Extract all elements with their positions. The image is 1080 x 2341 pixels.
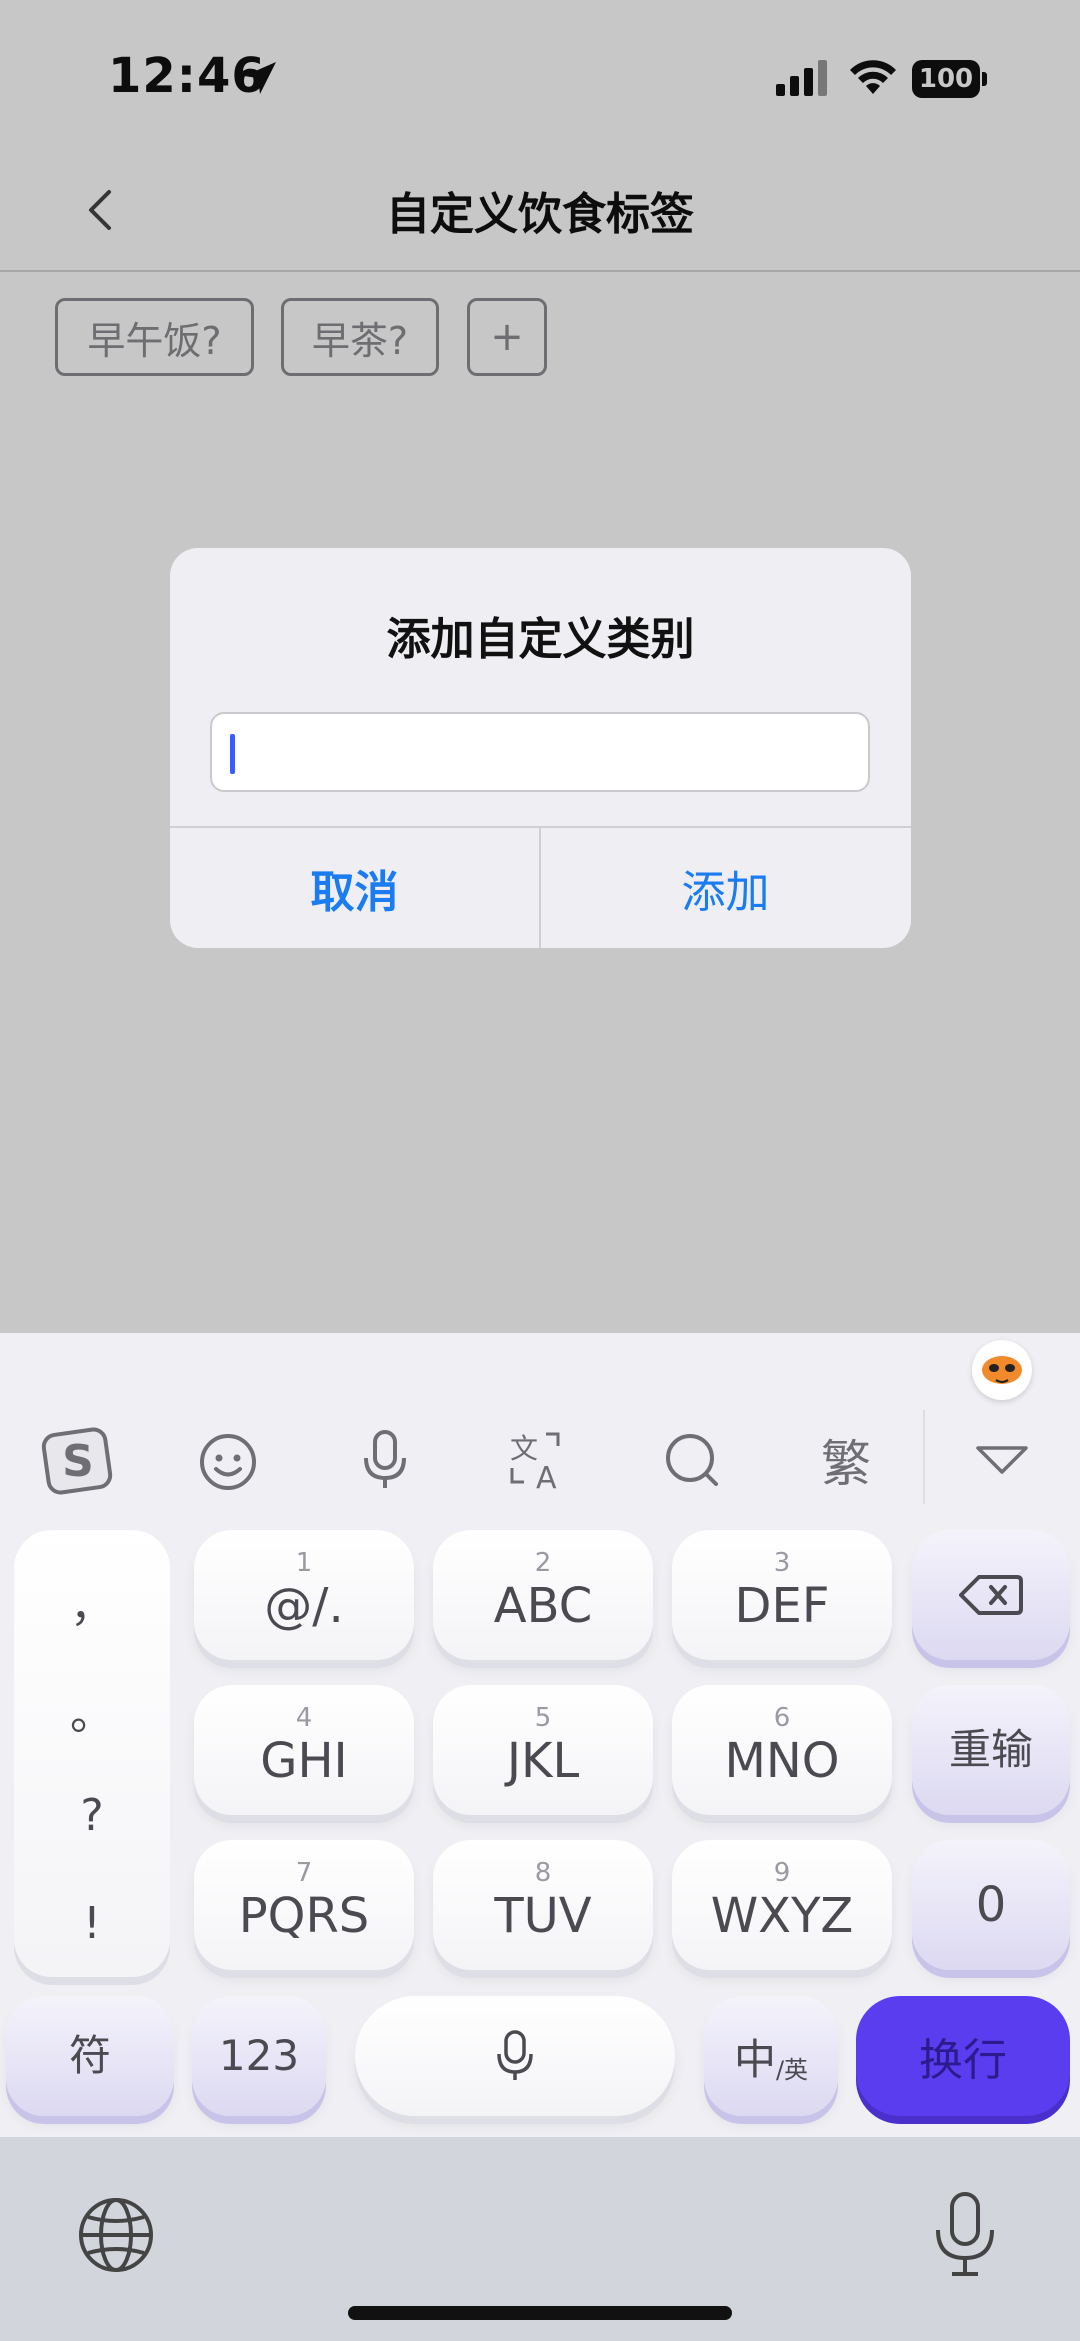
cancel-button[interactable]: 取消: [170, 828, 539, 948]
voice-input-icon[interactable]: [345, 1420, 425, 1500]
svg-text:S: S: [62, 1436, 94, 1487]
language-switch-key[interactable]: 中 /英: [704, 1996, 838, 2116]
numbers-key[interactable]: 123: [192, 1996, 326, 2116]
key-number: 6: [773, 1703, 791, 1733]
emoji-icon[interactable]: [190, 1420, 270, 1500]
key-4[interactable]: 4 GHI: [194, 1685, 414, 1815]
delete-key[interactable]: [912, 1530, 1070, 1660]
key-6[interactable]: 6 MNO: [672, 1685, 892, 1815]
zero-key[interactable]: 0: [912, 1840, 1070, 1970]
key-8[interactable]: 8 TUV: [433, 1840, 653, 1970]
punct-exclaim-key[interactable]: !: [14, 1898, 170, 1949]
key-label: DEF: [734, 1578, 830, 1634]
smiley-icon: [200, 1434, 256, 1490]
key-number: 2: [534, 1548, 552, 1578]
key-7[interactable]: 7 PQRS: [194, 1840, 414, 1970]
key-label: ABC: [493, 1578, 593, 1634]
key-1[interactable]: 1 @/.: [194, 1530, 414, 1660]
key-label: GHI: [260, 1733, 348, 1789]
sogou-s-icon: S: [41, 1427, 113, 1495]
lang-sub-label: /英: [775, 2055, 809, 2084]
symbols-key[interactable]: 符: [6, 1996, 174, 2116]
reinput-key[interactable]: 重输: [912, 1685, 1070, 1815]
traditional-chinese-toggle[interactable]: 繁: [806, 1420, 886, 1500]
magnifier-icon: [666, 1434, 718, 1486]
key-9[interactable]: 9 WXYZ: [672, 1840, 892, 1970]
key-number: 5: [534, 1703, 552, 1733]
key-5[interactable]: 5 JKL: [433, 1685, 653, 1815]
key-label: TUV: [494, 1888, 592, 1944]
add-category-dialog: 添加自定义类别 取消 添加: [170, 548, 911, 948]
punct-comma-key[interactable]: ，: [14, 1570, 170, 1634]
key-number: 8: [534, 1858, 552, 1888]
search-icon[interactable]: [652, 1420, 732, 1500]
key-number: 3: [773, 1548, 791, 1578]
key-label: WXYZ: [710, 1888, 854, 1944]
dialog-title: 添加自定义类别: [386, 614, 695, 665]
key-label: 123: [218, 2031, 300, 2080]
toolbar-divider: [923, 1410, 925, 1504]
collapse-keyboard-icon[interactable]: [962, 1420, 1042, 1500]
text-caret: [230, 734, 235, 774]
key-label: JKL: [506, 1733, 580, 1789]
backspace-icon: [959, 1575, 1023, 1615]
microphone-icon: [497, 2030, 533, 2080]
punct-question-key[interactable]: ?: [14, 1790, 170, 1841]
punctuation-column: ， 。 ? !: [14, 1530, 170, 1977]
key-3[interactable]: 3 DEF: [672, 1530, 892, 1660]
svg-text:文: 文: [510, 1432, 538, 1465]
space-key[interactable]: [355, 1996, 675, 2116]
punct-period-key[interactable]: 。: [14, 1678, 170, 1742]
fox-face-icon: [982, 1356, 1022, 1384]
home-indicator[interactable]: [348, 2306, 732, 2320]
key-number: 7: [295, 1858, 313, 1888]
translate-glyph-icon: 文 A: [510, 1432, 560, 1492]
translate-icon[interactable]: 文 A: [498, 1420, 578, 1500]
microphone-icon: [364, 1430, 406, 1488]
key-2[interactable]: 2 ABC: [433, 1530, 653, 1660]
key-label: @/.: [264, 1578, 344, 1634]
dictation-icon[interactable]: [930, 2190, 1000, 2280]
enter-key[interactable]: 换行: [856, 1996, 1070, 2116]
category-name-input[interactable]: [210, 712, 870, 792]
mascot-icon[interactable]: [972, 1340, 1032, 1400]
svg-text:A: A: [536, 1461, 557, 1492]
key-number: 4: [295, 1703, 313, 1733]
key-number: 1: [295, 1548, 313, 1578]
key-label: 重输: [948, 1725, 1033, 1774]
key-label: 0: [975, 1877, 1007, 1933]
key-label: MNO: [724, 1733, 840, 1789]
sogou-logo-icon[interactable]: S: [38, 1420, 118, 1500]
key-number: 9: [773, 1858, 791, 1888]
key-label: 符: [68, 2031, 111, 2080]
triangle-down-icon: [976, 1446, 1028, 1474]
key-label: PQRS: [238, 1888, 370, 1944]
globe-icon[interactable]: [76, 2195, 156, 2275]
add-button[interactable]: 添加: [541, 828, 910, 948]
lang-main-label: 中: [733, 2034, 776, 2084]
